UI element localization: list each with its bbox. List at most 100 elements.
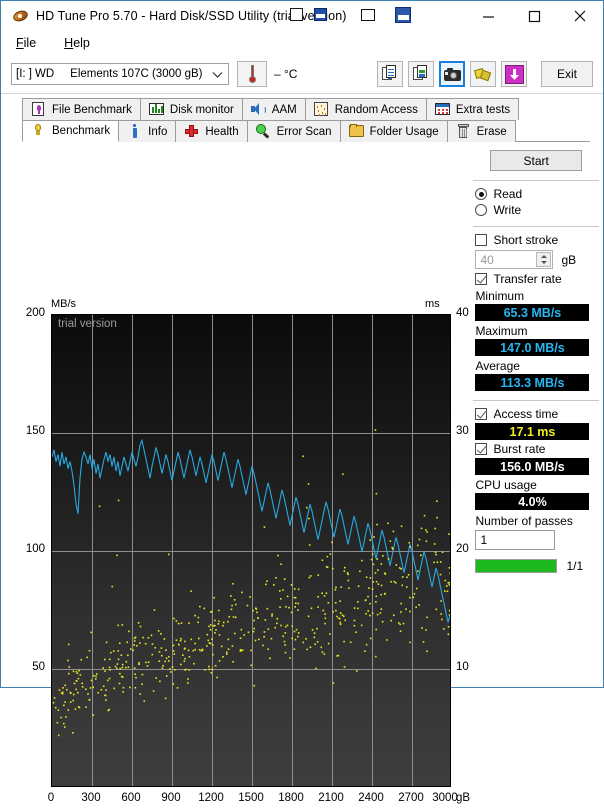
maximize-button[interactable] bbox=[511, 1, 557, 31]
start-label: Start bbox=[524, 154, 549, 168]
taskbar-app-icon[interactable] bbox=[395, 7, 411, 23]
hard-disk-icon bbox=[13, 8, 29, 24]
checkbox-short-stroke-icon bbox=[475, 234, 487, 246]
y2-axis-unit-label: ms bbox=[425, 298, 440, 310]
close-button[interactable] bbox=[557, 1, 603, 31]
x-tick: 0 bbox=[37, 792, 65, 804]
save-download-button[interactable] bbox=[501, 61, 527, 87]
x-tick: 1200 bbox=[197, 792, 225, 804]
info-icon bbox=[127, 124, 142, 139]
x-tick: 2100 bbox=[317, 792, 345, 804]
menu-help[interactable]: Help bbox=[61, 34, 93, 52]
checkbox-short-stroke[interactable]: Short stroke bbox=[475, 233, 603, 247]
tab-extra-tests[interactable]: Extra tests bbox=[426, 98, 519, 120]
tab-row-bottom: Benchmark Info Health Error Scan Folder … bbox=[22, 120, 603, 142]
short-stroke-unit: gB bbox=[561, 253, 576, 267]
tab-row-top: File Benchmark Disk monitor AAM Random A… bbox=[22, 98, 603, 120]
tab-info[interactable]: Info bbox=[118, 120, 176, 142]
exit-button[interactable]: Exit bbox=[541, 61, 593, 87]
tab-erase[interactable]: Erase bbox=[447, 120, 516, 142]
divider bbox=[473, 180, 599, 181]
checkbox-burst-rate-icon bbox=[475, 443, 487, 455]
benchmark-options-panel: Start Read Write Short stroke 40 bbox=[469, 142, 603, 687]
tab-label: Random Access bbox=[335, 104, 418, 116]
benchmark-bulb-icon bbox=[31, 124, 46, 139]
screenshot-button[interactable] bbox=[439, 61, 465, 87]
tab-health[interactable]: Health bbox=[175, 120, 247, 142]
tab-label: AAM bbox=[272, 104, 297, 116]
screenshot-icon bbox=[444, 68, 461, 81]
random-access-icon bbox=[314, 102, 329, 117]
erase-bin-icon bbox=[456, 124, 471, 139]
progress-text: 1/1 bbox=[566, 559, 583, 573]
compare-icon bbox=[475, 67, 491, 82]
average-label: Average bbox=[475, 359, 603, 373]
progress-row: 1/1 bbox=[475, 559, 603, 573]
hd-tune-window: HD Tune Pro 5.70 - Hard Disk/SSD Utility… bbox=[0, 0, 604, 688]
radio-write-label: Write bbox=[493, 203, 521, 217]
benchmark-chart: MB/s ms 200 150 100 50 40 30 20 10 bbox=[1, 142, 469, 687]
transfer-rate-label: Transfer rate bbox=[493, 272, 561, 286]
x-tick: 900 bbox=[157, 792, 185, 804]
drive-model: Elements 107C (3000 gB) bbox=[70, 68, 202, 80]
checkbox-transfer-rate[interactable]: Transfer rate bbox=[475, 272, 603, 286]
maximum-label: Maximum bbox=[475, 324, 603, 338]
plot-area: trial version bbox=[51, 314, 451, 787]
thermometer-icon bbox=[248, 65, 256, 83]
copy-text-button[interactable] bbox=[377, 61, 403, 87]
minimize-button[interactable] bbox=[465, 1, 511, 31]
plot-series bbox=[52, 315, 451, 787]
window-controls bbox=[465, 1, 603, 31]
tab-label: Error Scan bbox=[277, 126, 332, 138]
divider bbox=[473, 226, 599, 227]
radio-read-icon bbox=[475, 188, 487, 200]
short-stroke-row: 40 gB bbox=[475, 250, 603, 269]
title-overlay-square-icon bbox=[290, 8, 303, 21]
start-button[interactable]: Start bbox=[490, 150, 582, 171]
exit-label: Exit bbox=[557, 67, 577, 81]
y2-tick: 40 bbox=[456, 307, 469, 319]
restore-window-icon[interactable] bbox=[361, 9, 375, 21]
checkbox-burst-rate[interactable]: Burst rate bbox=[475, 442, 603, 456]
radio-read[interactable]: Read bbox=[475, 187, 603, 201]
radio-write-icon bbox=[475, 204, 487, 216]
passes-value: 1 bbox=[476, 533, 487, 547]
passes-input[interactable]: 1 bbox=[475, 530, 555, 550]
passes-label: Number of passes bbox=[475, 514, 603, 528]
tab-label: File Benchmark bbox=[52, 104, 132, 116]
x-tick: 2700 bbox=[397, 792, 425, 804]
y-tick: 150 bbox=[5, 425, 45, 437]
short-stroke-input[interactable]: 40 bbox=[475, 250, 553, 269]
checkbox-access-time[interactable]: Access time bbox=[475, 407, 603, 421]
copy-image-button[interactable] bbox=[408, 61, 434, 87]
y2-tick: 30 bbox=[456, 425, 469, 437]
y2-tick: 10 bbox=[456, 661, 469, 673]
tab-label: Disk monitor bbox=[170, 104, 234, 116]
disk-monitor-icon bbox=[149, 102, 164, 117]
temperature-value: – °C bbox=[274, 67, 297, 81]
compare-button[interactable] bbox=[470, 61, 496, 87]
x-axis-ticks: 0 300 600 900 1200 1500 1800 2100 2400 2… bbox=[1, 792, 471, 808]
tab-benchmark[interactable]: Benchmark bbox=[22, 120, 119, 142]
menu-bar: File Help bbox=[1, 31, 603, 55]
short-stroke-spinner[interactable] bbox=[536, 252, 551, 267]
tab-aam[interactable]: AAM bbox=[242, 98, 306, 120]
tab-folder-usage[interactable]: Folder Usage bbox=[340, 120, 448, 142]
tab-error-scan[interactable]: Error Scan bbox=[247, 120, 341, 142]
chevron-down-icon bbox=[212, 70, 223, 82]
radio-read-label: Read bbox=[493, 187, 522, 201]
tab-disk-monitor[interactable]: Disk monitor bbox=[140, 98, 243, 120]
radio-write[interactable]: Write bbox=[475, 203, 603, 217]
cpu-usage-value: 4.0% bbox=[475, 493, 589, 510]
x-tick: 600 bbox=[117, 792, 145, 804]
access-time-label: Access time bbox=[493, 407, 558, 421]
y-tick: 50 bbox=[5, 661, 45, 673]
menu-file[interactable]: File bbox=[13, 34, 39, 52]
tab-file-benchmark[interactable]: File Benchmark bbox=[22, 98, 141, 120]
tab-random-access[interactable]: Random Access bbox=[305, 98, 427, 120]
cpu-usage-label: CPU usage bbox=[475, 478, 603, 492]
burst-rate-label: Burst rate bbox=[493, 442, 545, 456]
drive-select[interactable]: [I: ] WD Elements 107C (3000 gB) bbox=[11, 63, 229, 85]
maximum-value: 147.0 MB/s bbox=[475, 339, 589, 356]
divider bbox=[473, 400, 599, 401]
